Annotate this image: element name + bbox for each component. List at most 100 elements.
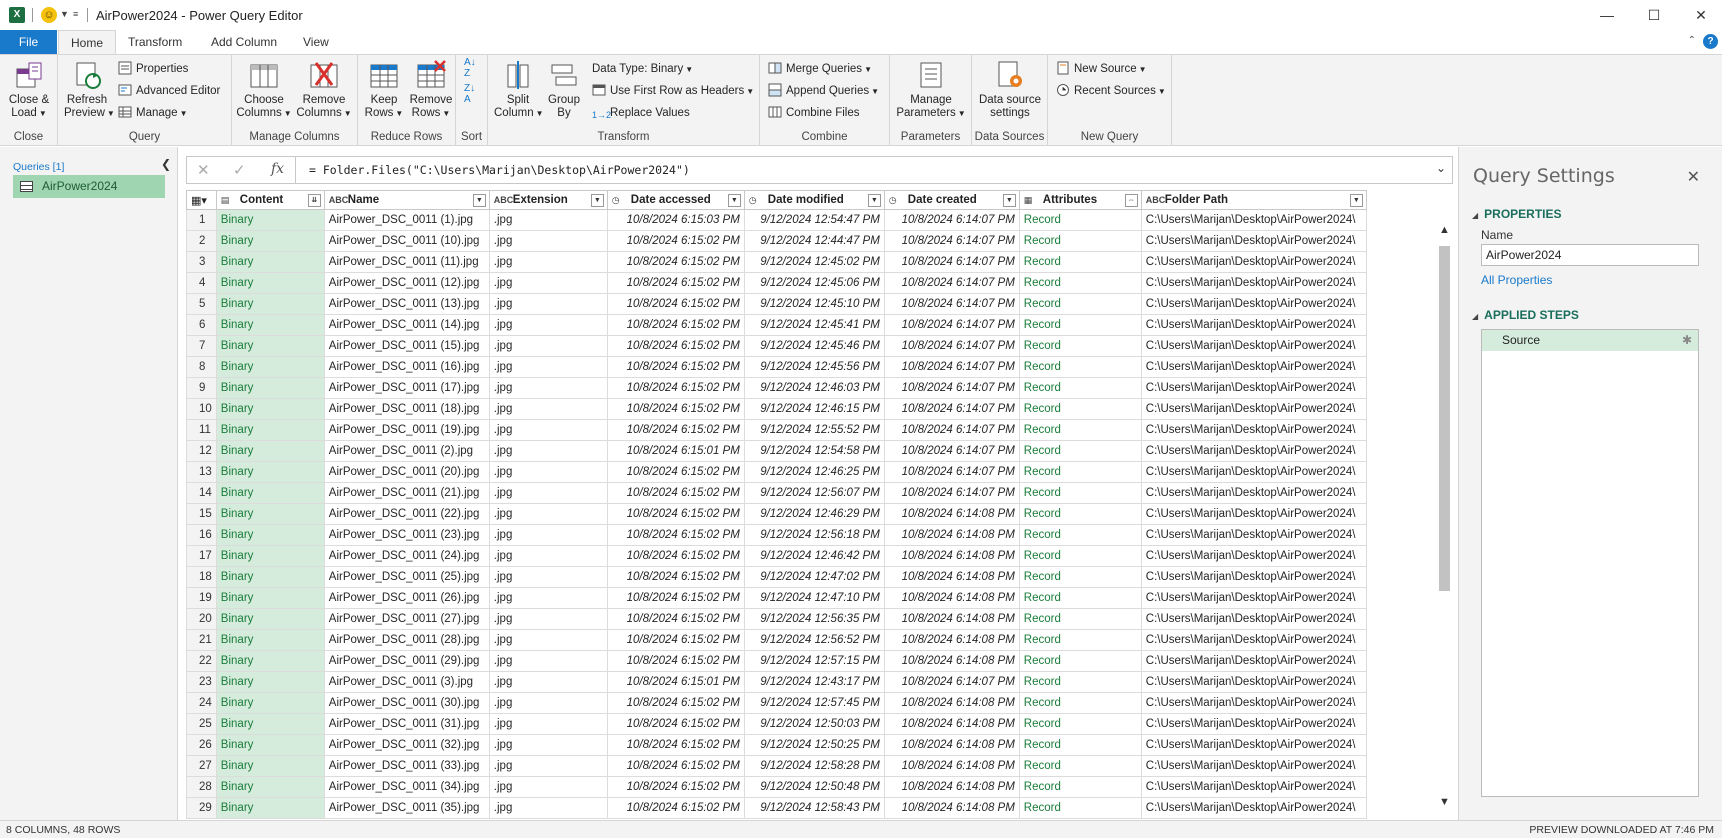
content-cell[interactable]: Binary bbox=[215, 293, 325, 315]
attributes-cell[interactable]: Record bbox=[1018, 776, 1142, 798]
table-row[interactable]: 11 Binary AirPower_DSC_0011 (19).jpg .jpg 10… bbox=[186, 419, 1367, 441]
table-row[interactable]: 26 Binary AirPower_DSC_0011 (32).jpg .jpg 10… bbox=[186, 734, 1367, 756]
table-row[interactable]: 21 Binary AirPower_DSC_0011 (28).jpg .jpg 10… bbox=[186, 629, 1367, 651]
tab-home[interactable]: Home bbox=[58, 30, 117, 54]
table-row[interactable]: 5 Binary AirPower_DSC_0011 (13).jpg .jpg 10/… bbox=[186, 293, 1367, 315]
table-row[interactable]: 7 Binary AirPower_DSC_0011 (15).jpg .jpg 10/… bbox=[186, 335, 1367, 357]
keep-rows-button[interactable]: Keep Rows ▼ bbox=[362, 59, 406, 120]
expand-record-icon[interactable]: ⇔ bbox=[1124, 194, 1138, 207]
attributes-cell[interactable]: Record bbox=[1018, 713, 1142, 735]
attributes-cell[interactable]: Record bbox=[1018, 398, 1142, 420]
expand-binary-icon[interactable]: ⇊ bbox=[307, 194, 321, 207]
table-row[interactable]: 22 Binary AirPower_DSC_0011 (29).jpg .jpg 10… bbox=[186, 650, 1367, 672]
attributes-cell[interactable]: Record bbox=[1018, 629, 1142, 651]
content-cell[interactable]: Binary bbox=[215, 713, 325, 735]
step-source[interactable]: Source ✱ bbox=[1482, 330, 1698, 351]
column-header-content[interactable]: ▤ Content ⇊ bbox=[215, 190, 325, 210]
attributes-cell[interactable]: Record bbox=[1018, 461, 1142, 483]
content-cell[interactable]: Binary bbox=[215, 629, 325, 651]
manage-query-button[interactable]: Manage ▼ bbox=[118, 103, 187, 123]
properties-section-header[interactable]: ◢ PROPERTIES bbox=[1472, 207, 1562, 221]
query-item-airpower2024[interactable]: AirPower2024 bbox=[13, 175, 165, 198]
advanced-editor-button[interactable]: Advanced Editor bbox=[118, 81, 220, 101]
tab-file[interactable]: File bbox=[0, 30, 57, 54]
expand-formula-icon[interactable]: ⌄ bbox=[1436, 161, 1446, 175]
append-queries-button[interactable]: Append Queries ▼ bbox=[768, 81, 879, 101]
sort-descending-button[interactable]: Z↓ A bbox=[464, 83, 475, 105]
attributes-cell[interactable]: Record bbox=[1018, 230, 1142, 252]
data-source-settings-button[interactable]: Data source settings bbox=[974, 59, 1046, 120]
replace-values-button[interactable]: 1→2Replace Values bbox=[592, 103, 690, 123]
attributes-cell[interactable]: Record bbox=[1018, 587, 1142, 609]
all-properties-link[interactable]: All Properties bbox=[1481, 273, 1552, 287]
use-first-row-button[interactable]: Use First Row as Headers ▼ bbox=[592, 81, 754, 101]
quick-access-customize-icon[interactable]: ≡ bbox=[73, 9, 78, 19]
attributes-cell[interactable]: Record bbox=[1018, 650, 1142, 672]
table-row[interactable]: 23 Binary AirPower_DSC_0011 (3).jpg .jpg 10/… bbox=[186, 671, 1367, 693]
table-row[interactable]: 13 Binary AirPower_DSC_0011 (20).jpg .jpg 10… bbox=[186, 461, 1367, 483]
table-row[interactable]: 9 Binary AirPower_DSC_0011 (17).jpg .jpg 10/… bbox=[186, 377, 1367, 399]
table-row[interactable]: 14 Binary AirPower_DSC_0011 (21).jpg .jpg 10… bbox=[186, 482, 1367, 504]
content-cell[interactable]: Binary bbox=[215, 230, 325, 252]
query-name-input[interactable]: AirPower2024 bbox=[1481, 244, 1699, 266]
close-load-button[interactable]: Close & Load ▼ bbox=[4, 59, 54, 120]
scrollbar-thumb[interactable] bbox=[1439, 246, 1450, 591]
attributes-cell[interactable]: Record bbox=[1018, 482, 1142, 504]
content-cell[interactable]: Binary bbox=[215, 314, 325, 336]
properties-button[interactable]: Properties bbox=[118, 59, 188, 79]
column-header-name[interactable]: ABCName ▼ bbox=[323, 190, 490, 210]
table-row[interactable]: 2 Binary AirPower_DSC_0011 (10).jpg .jpg 10/… bbox=[186, 230, 1367, 252]
table-row[interactable]: 17 Binary AirPower_DSC_0011 (24).jpg .jpg 10… bbox=[186, 545, 1367, 567]
attributes-cell[interactable]: Record bbox=[1018, 419, 1142, 441]
split-column-button[interactable]: Split Column ▼ bbox=[494, 59, 544, 120]
text-type-icon[interactable]: ABC bbox=[1146, 194, 1166, 206]
binary-type-icon[interactable]: ▤ bbox=[221, 194, 235, 206]
column-header-folder-path[interactable]: ABCFolder Path ▼ bbox=[1140, 190, 1367, 210]
table-row[interactable]: 29 Binary AirPower_DSC_0011 (35).jpg .jpg 10… bbox=[186, 797, 1367, 819]
column-header-date-created[interactable]: ◷ Date created ▼ bbox=[883, 190, 1020, 210]
tab-view[interactable]: View bbox=[291, 30, 341, 54]
content-cell[interactable]: Binary bbox=[215, 461, 325, 483]
datetime-type-icon[interactable]: ◷ bbox=[889, 194, 903, 206]
attributes-cell[interactable]: Record bbox=[1018, 692, 1142, 714]
content-cell[interactable]: Binary bbox=[215, 440, 325, 462]
attributes-cell[interactable]: Record bbox=[1018, 671, 1142, 693]
content-cell[interactable]: Binary bbox=[215, 398, 325, 420]
minimize-button[interactable]: — bbox=[1590, 4, 1624, 26]
content-cell[interactable]: Binary bbox=[215, 545, 325, 567]
data-type-dropdown[interactable]: Data Type: Binary ▼ bbox=[592, 59, 693, 79]
choose-columns-button[interactable]: Choose Columns ▼ bbox=[236, 59, 292, 120]
content-cell[interactable]: Binary bbox=[215, 335, 325, 357]
table-row[interactable]: 8 Binary AirPower_DSC_0011 (16).jpg .jpg 10/… bbox=[186, 356, 1367, 378]
attributes-cell[interactable]: Record bbox=[1018, 755, 1142, 777]
content-cell[interactable]: Binary bbox=[215, 356, 325, 378]
gear-icon[interactable]: ✱ bbox=[1682, 330, 1692, 351]
filter-dropdown-icon[interactable]: ▼ bbox=[1002, 194, 1016, 207]
column-header-date-accessed[interactable]: ◷ Date accessed ▼ bbox=[606, 190, 745, 210]
record-type-icon[interactable]: ▦ bbox=[1024, 194, 1038, 206]
attributes-cell[interactable]: Record bbox=[1018, 524, 1142, 546]
column-header-extension[interactable]: ABCExtension ▼ bbox=[488, 190, 608, 210]
help-icon[interactable]: ? bbox=[1703, 34, 1718, 49]
attributes-cell[interactable]: Record bbox=[1018, 335, 1142, 357]
content-cell[interactable]: Binary bbox=[215, 251, 325, 273]
filter-dropdown-icon[interactable]: ▼ bbox=[727, 194, 741, 207]
column-header-attributes[interactable]: ▦ Attributes ⇔ bbox=[1018, 190, 1142, 210]
remove-rows-button[interactable]: Remove Rows ▼ bbox=[408, 59, 454, 120]
content-cell[interactable]: Binary bbox=[215, 566, 325, 588]
formula-input[interactable]: = Folder.Files("C:\Users\Marijan\Desktop… bbox=[309, 163, 690, 177]
attributes-cell[interactable]: Record bbox=[1018, 251, 1142, 273]
table-row[interactable]: 20 Binary AirPower_DSC_0011 (27).jpg .jpg 10… bbox=[186, 608, 1367, 630]
maximize-button[interactable]: ☐ bbox=[1637, 4, 1671, 26]
table-row[interactable]: 24 Binary AirPower_DSC_0011 (30).jpg .jpg 10… bbox=[186, 692, 1367, 714]
table-row[interactable]: 10 Binary AirPower_DSC_0011 (18).jpg .jpg 10… bbox=[186, 398, 1367, 420]
scroll-down-icon[interactable]: ▼ bbox=[1439, 796, 1450, 808]
tab-add-column[interactable]: Add Column bbox=[199, 30, 289, 54]
content-cell[interactable]: Binary bbox=[215, 671, 325, 693]
table-row[interactable]: 16 Binary AirPower_DSC_0011 (23).jpg .jpg 10… bbox=[186, 524, 1367, 546]
table-row[interactable]: 28 Binary AirPower_DSC_0011 (34).jpg .jpg 10… bbox=[186, 776, 1367, 798]
content-cell[interactable]: Binary bbox=[215, 377, 325, 399]
content-cell[interactable]: Binary bbox=[215, 692, 325, 714]
datetime-type-icon[interactable]: ◷ bbox=[749, 194, 763, 206]
attributes-cell[interactable]: Record bbox=[1018, 545, 1142, 567]
